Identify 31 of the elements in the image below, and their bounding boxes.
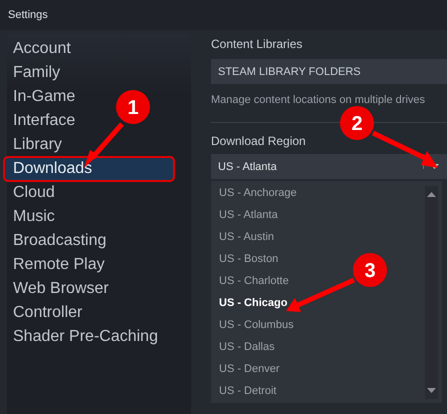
scroll-up-icon[interactable] bbox=[427, 192, 436, 197]
dropdown-option[interactable]: US - Charlotte bbox=[211, 270, 293, 292]
sidebar-item[interactable]: Cloud bbox=[7, 181, 55, 205]
scrollbar[interactable] bbox=[425, 186, 438, 399]
sidebar-item[interactable]: Remote Play bbox=[7, 253, 105, 277]
dropdown-option[interactable]: US - Denver bbox=[211, 358, 284, 380]
sidebar-item[interactable]: Shader Pre-Caching bbox=[7, 325, 158, 349]
sidebar-item[interactable]: In-Game bbox=[7, 85, 76, 109]
library-folders-button[interactable]: STEAM LIBRARY FOLDERS bbox=[211, 59, 447, 84]
sidebar-item[interactable]: Interface bbox=[7, 109, 76, 133]
sidebar-item[interactable]: Account bbox=[7, 37, 71, 61]
dropdown-option[interactable]: US - Dallas bbox=[211, 336, 279, 358]
window-title: Settings bbox=[8, 9, 48, 21]
section-heading: Download Region bbox=[211, 134, 307, 148]
description-text: Manage content locations on multiple drives bbox=[211, 94, 426, 106]
sidebar-item[interactable]: Library bbox=[7, 133, 62, 157]
dropdown-option[interactable]: US - Boston bbox=[211, 248, 282, 270]
sidebar-item[interactable]: Music bbox=[7, 205, 55, 229]
region-dropdown[interactable]: US - Atlanta bbox=[211, 154, 447, 179]
scroll-down-icon[interactable] bbox=[427, 388, 436, 393]
sidebar-item[interactable]: Family bbox=[7, 61, 60, 85]
dropdown-option[interactable]: US - Anchorage bbox=[211, 182, 301, 204]
sidebar-item[interactable]: Broadcasting bbox=[7, 229, 106, 253]
dropdown-option[interactable]: US - Atlanta bbox=[211, 204, 282, 226]
dropdown-option[interactable]: US - Detroit bbox=[211, 380, 280, 402]
dropdown-option[interactable]: US - Columbus bbox=[211, 314, 298, 336]
sidebar-item[interactable]: Controller bbox=[7, 301, 82, 325]
section-heading: Content Libraries bbox=[211, 37, 304, 51]
sidebar-item[interactable]: Web Browser bbox=[7, 277, 109, 301]
dropdown-option[interactable]: US - Austin bbox=[211, 226, 278, 248]
dropdown-option[interactable]: US - Chicago bbox=[211, 292, 292, 314]
